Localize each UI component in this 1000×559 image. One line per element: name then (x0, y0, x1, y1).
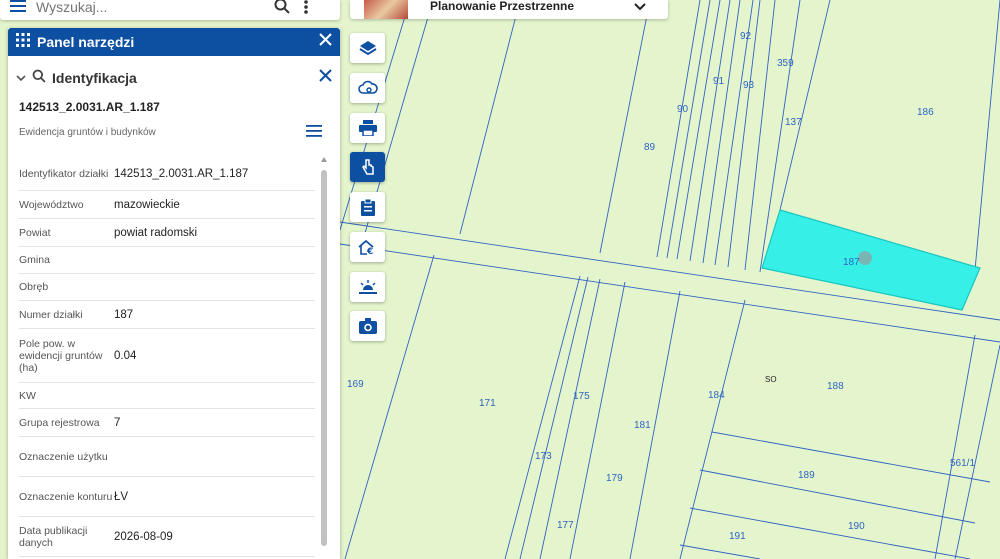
map-label: 137 (785, 117, 802, 128)
table-row: Gmina (19, 247, 315, 274)
attribute-label: Powiat (19, 226, 51, 239)
panel-header: Panel narzędzi (8, 28, 340, 56)
table-row: Oznaczenie użytku (19, 437, 315, 477)
search-icon[interactable] (274, 0, 290, 19)
map-label: 190 (848, 521, 865, 532)
table-row: Powiat powiat radomski (19, 219, 315, 247)
table-row: Data publikacji danych 2026-08-09 (19, 517, 315, 557)
map-label: 191 (729, 531, 746, 542)
map-label: 93 (743, 80, 755, 91)
table-row: Oznaczenie konturu ŁV (19, 477, 315, 517)
table-row: Województwo mazowieckie (19, 191, 315, 219)
object-subtitle: Ewidencja gruntów i budynków (19, 127, 156, 138)
attribute-label: Numer działki (19, 308, 83, 321)
sunrise-button[interactable] (350, 272, 385, 302)
attribute-value: 0.04 (114, 349, 137, 362)
clipboard-button[interactable] (350, 192, 385, 222)
cloud-search-icon (357, 80, 378, 94)
attribute-value: 7 (114, 416, 121, 429)
table-row: Pole pow. w ewidencji gruntów (ha) 0.04 (19, 329, 315, 383)
map-label: 89 (644, 142, 656, 153)
attribute-value: powiat radomski (114, 226, 198, 239)
map-label: 189 (798, 470, 815, 481)
table-row: Identyfikator działki 142513_2.0031.AR_1… (19, 158, 315, 191)
home-euro-button[interactable]: € (350, 232, 385, 262)
attribute-label: Oznaczenie użytku (19, 450, 108, 463)
close-icon[interactable] (319, 33, 332, 51)
map-label: 92 (740, 31, 752, 42)
camera-icon (358, 318, 377, 334)
table-row: Grupa rejestrowa 7 (19, 409, 315, 437)
sunrise-icon (358, 280, 377, 294)
attribute-label: Oznaczenie konturu (19, 490, 113, 503)
print-button[interactable] (350, 113, 385, 143)
layers-button[interactable] (350, 33, 385, 63)
map-label: 181 (634, 420, 651, 431)
attribute-value: 2026-08-09 (114, 530, 173, 543)
identify-hand-icon (361, 159, 374, 175)
attribute-label: Grupa rejestrowa (19, 416, 100, 429)
map-label: 186 (917, 107, 934, 118)
attribute-value: 187 (114, 308, 134, 321)
table-row: Obręb (19, 274, 315, 301)
topic-selector[interactable]: Planowanie Przestrzenne (350, 0, 668, 19)
clipboard-icon (360, 198, 375, 216)
topic-label: Planowanie Przestrzenne (430, 0, 575, 13)
more-options-icon[interactable] (304, 0, 308, 19)
attribute-label: Województwo (19, 198, 84, 211)
map-label: 188 (827, 381, 844, 392)
map-label: 169 (347, 379, 364, 390)
chevron-down-icon[interactable] (634, 0, 646, 16)
attribute-value: 142513_2.0031.AR_1.187 (114, 168, 249, 180)
layers-icon (358, 41, 377, 56)
map-label: 90 (677, 104, 689, 115)
identification-title: Identyfikacja (52, 70, 137, 86)
map-label: 171 (479, 398, 496, 409)
map-label: 184 (708, 390, 725, 401)
identification-header: Identyfikacja (8, 56, 340, 100)
map-label: 179 (606, 473, 623, 484)
table-row: KW (19, 383, 315, 409)
map-label: 177 (557, 520, 574, 531)
scrollbar-thumb[interactable] (321, 170, 327, 546)
map-label: 175 (573, 391, 590, 402)
attribute-label: KW (19, 389, 36, 402)
grid-icon (16, 32, 30, 52)
print-icon (358, 120, 377, 136)
attribute-label: Data publikacji danych (19, 524, 88, 549)
attribute-value: ŁV (114, 490, 129, 503)
map-label: SO (765, 375, 777, 384)
selection-marker (858, 251, 872, 265)
panel-title: Panel narzędzi (37, 34, 135, 50)
scroll-up-icon (321, 157, 327, 162)
map-label: 359 (777, 58, 794, 69)
chevron-down-icon[interactable] (16, 69, 26, 87)
search-input[interactable] (36, 0, 266, 15)
search-bar (0, 0, 340, 20)
camera-button[interactable] (350, 311, 385, 341)
menu-icon[interactable] (0, 0, 36, 12)
attribute-label: Obręb (19, 281, 49, 293)
scrollbar[interactable] (320, 156, 328, 556)
home-euro-icon: € (357, 239, 374, 255)
identify-button[interactable] (350, 152, 385, 182)
close-icon[interactable] (319, 69, 332, 87)
map-label: 91 (713, 76, 725, 87)
attribute-table: Identyfikator działki 142513_2.0031.AR_1… (19, 158, 315, 557)
search-icon (32, 69, 46, 88)
attribute-value: mazowieckie (114, 198, 180, 211)
table-row: Numer działki 187 (19, 301, 315, 329)
cloud-search-button[interactable] (350, 73, 385, 103)
object-identifier: 142513_2.0031.AR_1.187 (19, 100, 160, 114)
attribute-label: Pole pow. w ewidencji gruntów (ha) (19, 337, 103, 374)
topic-thumbnail (364, 0, 408, 19)
map-label: 561/1 (950, 458, 976, 469)
attribute-label: Identyfikator działki (19, 168, 109, 180)
map-label: 187 (843, 257, 860, 268)
menu-icon[interactable] (306, 124, 322, 142)
svg-text:€: € (366, 247, 373, 255)
attribute-label: Gmina (19, 254, 50, 266)
map-label: 173 (535, 451, 552, 462)
tool-panel: Panel narzędzi Identyfikacja 142513_2.00… (8, 28, 340, 559)
